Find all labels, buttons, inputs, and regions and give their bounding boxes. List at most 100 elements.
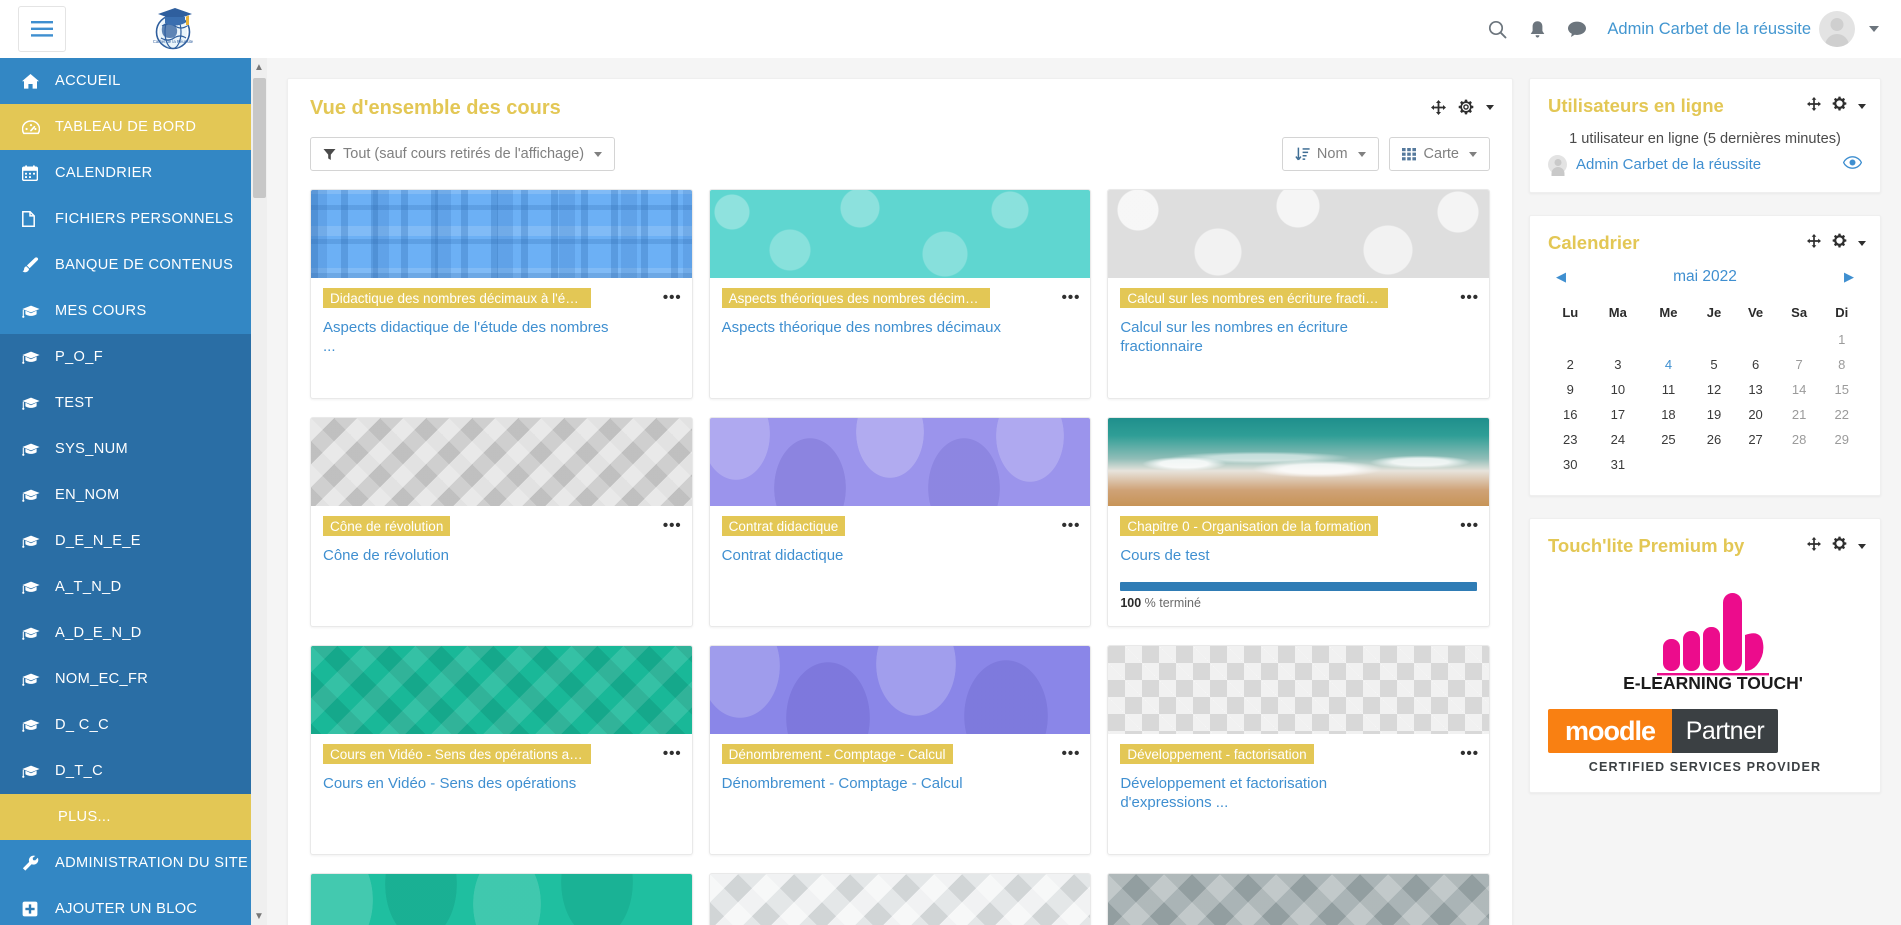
- scroll-down-icon[interactable]: ▼: [251, 907, 267, 925]
- course-card-menu-icon[interactable]: •••: [663, 746, 682, 761]
- eye-icon[interactable]: [1842, 155, 1863, 174]
- sidebar-item-accueil[interactable]: ACCUEIL: [0, 58, 267, 104]
- course-card[interactable]: Aspects théoriques des nombres décimaux •…: [708, 189, 1092, 399]
- sidebar-scrollbar[interactable]: ▲ ▼: [251, 58, 267, 925]
- gear-icon[interactable]: [1832, 233, 1847, 253]
- calendar-day[interactable]: 20: [1734, 402, 1777, 427]
- bell-icon[interactable]: [1517, 9, 1557, 49]
- course-card[interactable]: Développement - factorisation ••• Développ…: [1107, 645, 1490, 855]
- sidebar-item-d-e-n-e-e[interactable]: D_E_N_E_E: [0, 518, 267, 564]
- calendar-day[interactable]: 4: [1643, 352, 1694, 377]
- site-logo[interactable]: Carbet de la Réussite: [144, 2, 204, 56]
- course-card-menu-icon[interactable]: •••: [663, 290, 682, 305]
- course-card-menu-icon[interactable]: •••: [1062, 746, 1081, 761]
- moodle-partner-logo[interactable]: moodle Partner: [1548, 709, 1778, 753]
- course-card[interactable]: Didactique des nombres décimaux à l'écol…: [310, 189, 693, 399]
- course-title-link[interactable]: Cône de révolution: [323, 546, 613, 565]
- course-card[interactable]: Contrat didactique ••• Contrat didactique: [708, 417, 1092, 627]
- sidebar-item-d-c-c[interactable]: D_ C_C: [0, 702, 267, 748]
- course-card-menu-icon[interactable]: •••: [1460, 746, 1479, 761]
- calendar-day[interactable]: 22: [1821, 402, 1862, 427]
- elearning-touch-logo[interactable]: E-LEARNING TOUCH': [1548, 583, 1862, 691]
- menu-toggle-button[interactable]: [18, 6, 66, 52]
- gear-icon[interactable]: [1458, 99, 1474, 115]
- sidebar-item-en-nom[interactable]: EN_NOM: [0, 472, 267, 518]
- course-card[interactable]: [708, 873, 1092, 925]
- sidebar-item-banque-de-contenus[interactable]: BANQUE DE CONTENUS: [0, 242, 267, 288]
- calendar-day[interactable]: 29: [1821, 427, 1862, 452]
- course-filter-dropdown[interactable]: Tout (sauf cours retirés de l'affichage): [310, 137, 616, 171]
- scrollbar-thumb[interactable]: [253, 78, 266, 198]
- calendar-day[interactable]: 27: [1734, 427, 1777, 452]
- calendar-day[interactable]: 1: [1821, 327, 1862, 352]
- course-card[interactable]: Chapitre 0 - Organisation de la formatio…: [1107, 417, 1490, 627]
- sidebar-item-a-d-e-n-d[interactable]: A_D_E_N_D: [0, 610, 267, 656]
- move-icon[interactable]: [1807, 233, 1821, 253]
- course-sort-dropdown[interactable]: Nom: [1281, 137, 1379, 171]
- course-card[interactable]: Calcul sur les nombres en écriture fract…: [1107, 189, 1490, 399]
- course-title-link[interactable]: Cours en Vidéo - Sens des opérations: [323, 774, 613, 793]
- calendar-day[interactable]: 24: [1593, 427, 1644, 452]
- gear-icon[interactable]: [1832, 96, 1847, 116]
- calendar-day[interactable]: 15: [1821, 377, 1862, 402]
- calendar-day[interactable]: 14: [1777, 377, 1822, 402]
- sidebar-item-tableau-de-bord[interactable]: TABLEAU DE BORD: [0, 104, 267, 150]
- search-icon[interactable]: [1477, 9, 1517, 49]
- sidebar-item-p-o-f[interactable]: P_O_F: [0, 334, 267, 380]
- calendar-day[interactable]: 13: [1734, 377, 1777, 402]
- calendar-day[interactable]: 21: [1777, 402, 1822, 427]
- sidebar-item-calendrier[interactable]: CALENDRIER: [0, 150, 267, 196]
- calendar-day[interactable]: 7: [1777, 352, 1822, 377]
- move-icon[interactable]: [1431, 99, 1446, 115]
- calendar-day[interactable]: 5: [1694, 352, 1735, 377]
- calendar-day[interactable]: 10: [1593, 377, 1644, 402]
- calendar-day[interactable]: 25: [1643, 427, 1694, 452]
- calendar-day[interactable]: 2: [1548, 352, 1593, 377]
- sidebar-item-test[interactable]: TEST: [0, 380, 267, 426]
- course-title-link[interactable]: Aspects théorique des nombres décimaux: [722, 318, 1012, 337]
- course-title-link[interactable]: Contrat didactique: [722, 546, 1012, 565]
- move-icon[interactable]: [1807, 96, 1821, 116]
- chevron-down-icon[interactable]: [1858, 543, 1866, 549]
- calendar-day[interactable]: 9: [1548, 377, 1593, 402]
- calendar-next-month-button[interactable]: ▶: [1844, 269, 1854, 285]
- message-icon[interactable]: [1557, 9, 1597, 49]
- course-title-link[interactable]: Aspects didactique de l'étude des nombre…: [323, 318, 613, 356]
- course-card[interactable]: Cours en Vidéo - Sens des opérations aux…: [310, 645, 693, 855]
- user-menu-name[interactable]: Admin Carbet de la réussite: [1607, 20, 1811, 39]
- course-display-dropdown[interactable]: Carte: [1388, 137, 1490, 171]
- chevron-down-icon[interactable]: [1869, 26, 1879, 32]
- course-title-link[interactable]: Calcul sur les nombres en écriture fract…: [1120, 318, 1410, 356]
- scroll-up-icon[interactable]: ▲: [251, 58, 267, 76]
- course-card-menu-icon[interactable]: •••: [1062, 518, 1081, 533]
- calendar-day[interactable]: 8: [1821, 352, 1862, 377]
- calendar-day[interactable]: 30: [1548, 452, 1593, 477]
- calendar-day[interactable]: 6: [1734, 352, 1777, 377]
- gear-icon[interactable]: [1832, 536, 1847, 556]
- sidebar-item-a-t-n-d[interactable]: A_T_N_D: [0, 564, 267, 610]
- chevron-down-icon[interactable]: [1486, 104, 1494, 110]
- sidebar-item-nom-ec-fr[interactable]: NOM_EC_FR: [0, 656, 267, 702]
- sidebar-item-administration-du-site[interactable]: ADMINISTRATION DU SITE: [0, 840, 267, 886]
- course-card-menu-icon[interactable]: •••: [663, 518, 682, 533]
- calendar-day[interactable]: 3: [1593, 352, 1644, 377]
- course-title-link[interactable]: Développement et factorisation d'express…: [1120, 774, 1410, 812]
- sidebar-item-fichiers-personnels[interactable]: FICHIERS PERSONNELS: [0, 196, 267, 242]
- calendar-day[interactable]: 12: [1694, 377, 1735, 402]
- course-title-link[interactable]: Dénombrement - Comptage - Calcul: [722, 774, 1012, 793]
- course-card[interactable]: [1107, 873, 1490, 925]
- course-card-menu-icon[interactable]: •••: [1460, 290, 1479, 305]
- chevron-down-icon[interactable]: [1858, 240, 1866, 246]
- course-card[interactable]: Cône de révolution ••• Cône de révolution: [310, 417, 693, 627]
- calendar-day[interactable]: 16: [1548, 402, 1593, 427]
- calendar-day[interactable]: 17: [1593, 402, 1644, 427]
- chevron-down-icon[interactable]: [1858, 103, 1866, 109]
- sidebar-item-plus[interactable]: PLUS...: [0, 794, 267, 840]
- sidebar-item-d-t-c[interactable]: D_T_C: [0, 748, 267, 794]
- course-card[interactable]: [310, 873, 693, 925]
- calendar-day[interactable]: 28: [1777, 427, 1822, 452]
- calendar-month-label[interactable]: mai 2022: [1673, 268, 1737, 286]
- sidebar-item-sys-num[interactable]: SYS_NUM: [0, 426, 267, 472]
- course-card-menu-icon[interactable]: •••: [1062, 290, 1081, 305]
- calendar-day[interactable]: 26: [1694, 427, 1735, 452]
